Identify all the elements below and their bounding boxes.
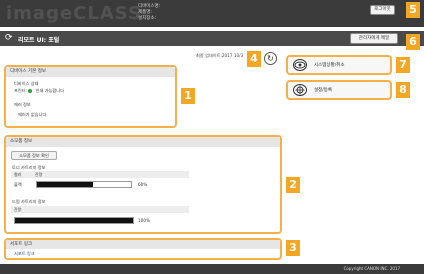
settings-registration-button[interactable]: 설정/등록 <box>286 80 392 100</box>
drum-percent: 100% <box>138 218 150 223</box>
page-title: 리모트 UI: 포털 <box>18 37 60 44</box>
settings-icon <box>293 84 307 96</box>
refresh-icon[interactable]: ↻ <box>264 52 277 65</box>
status-ok-icon <box>28 89 33 93</box>
drum-col-level: 잔량 <box>14 207 22 212</box>
toner-level-fill <box>37 182 94 187</box>
device-info-panel: 디바이스 기본 정보 디바이스 상태 프린터: 인쇄 가능합니다 에러 정보 에… <box>4 65 177 128</box>
printer-status-text: 인쇄 가능합니다 <box>35 88 64 93</box>
toner-col-level: 잔량 <box>35 172 43 177</box>
admin-mail-button[interactable]: 관리자에게 메일 <box>350 33 398 44</box>
callout-4: 4 <box>247 51 261 67</box>
header-bar: imageCLASS 디바이스명: 제품명: 설치장소: 로그아웃 <box>0 0 424 27</box>
status-monitor-button[interactable]: 시스템상황/취소 <box>286 55 392 75</box>
support-heading: 서포트 링크 <box>6 240 280 249</box>
toner-columns: 컬러 잔량 <box>11 171 189 178</box>
callout-3: 3 <box>286 240 300 256</box>
title-bar: ⟳ 리모트 UI: 포털 관리자에게 메일 <box>0 31 424 46</box>
callout-2: 2 <box>286 177 300 193</box>
callout-8: 8 <box>396 82 410 98</box>
callout-7: 7 <box>396 57 410 73</box>
settings-registration-label: 설정/등록 <box>314 88 333 93</box>
eye-icon-graphic <box>294 61 306 69</box>
toner-color-name: 블랙 <box>14 182 22 187</box>
error-heading: 에러 정보 <box>14 102 31 107</box>
last-updated-text: 최종 업데이트:2017 10/3 <box>196 53 244 58</box>
support-panel: 서포트 링크 서포트 링크 <box>4 238 282 260</box>
logout-button[interactable]: 로그아웃 <box>370 5 395 15</box>
callout-1: 1 <box>181 88 195 104</box>
remote-ui-icon: ⟳ <box>5 33 13 43</box>
drum-level-fill <box>15 218 133 223</box>
device-state-label: 디바이스 상태 <box>14 81 39 86</box>
eye-icon <box>293 59 307 71</box>
toner-percent: 60% <box>138 182 148 187</box>
status-monitor-label: 시스템상황/취소 <box>314 63 345 68</box>
drum-level-bar <box>14 217 134 224</box>
callout-5: 5 <box>406 2 420 18</box>
consumables-heading: 소모품 정보 <box>6 137 280 147</box>
printer-status-row: 프린터: 인쇄 가능합니다 <box>14 88 64 94</box>
drum-heading: 드럼 카트리지 정보 <box>12 199 46 204</box>
drum-columns: 잔량 <box>11 206 189 213</box>
consumables-panel: 소모품 정보 소모품 정보 확인 토너 카트리지 정보 컬러 잔량 블랙 60%… <box>4 135 282 234</box>
settings-icon-graphic <box>295 85 305 95</box>
error-text: 에러가 없습니다 <box>18 112 47 117</box>
copyright-text: Copyright CANON INC. 2017 <box>0 264 424 274</box>
callout-6: 6 <box>406 34 420 50</box>
check-consumables-button[interactable]: 소모품 정보 확인 <box>11 151 57 160</box>
location-label: 설치장소: <box>138 16 157 21</box>
device-info-heading: 디바이스 기본 정보 <box>6 67 175 77</box>
toner-level-bar <box>36 181 132 188</box>
support-link[interactable]: 서포트 링크 <box>14 251 35 257</box>
brand-logo: imageCLASS <box>6 3 142 24</box>
toner-col-color: 컬러 <box>14 172 22 177</box>
printer-label: 프린터: <box>14 88 27 93</box>
device-info-summary: 디바이스명: 제품명: 설치장소: <box>138 4 160 22</box>
